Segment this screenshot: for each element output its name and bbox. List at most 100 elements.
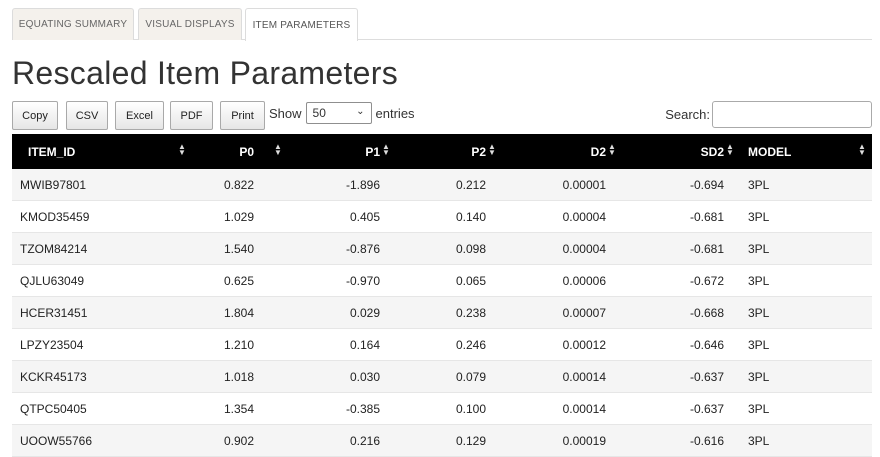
column-label: D2 <box>590 144 606 159</box>
cell-model: 3PL <box>748 210 770 224</box>
cell-p0: 1.018 <box>223 370 254 384</box>
show-label: Show <box>269 105 302 121</box>
cell-sd2: -0.616 <box>689 434 724 448</box>
cell-p2: 0.246 <box>455 338 486 352</box>
cell-d2: 0.00019 <box>562 434 606 448</box>
cell-d2: 0.00004 <box>562 242 606 256</box>
column-header-p1[interactable]: P1 ▲ ▼ <box>270 134 396 169</box>
search-input[interactable] <box>712 101 872 128</box>
cell-p0: 1.804 <box>223 306 254 320</box>
cell-p2: 0.212 <box>455 178 486 192</box>
column-header-d2[interactable]: D2 ▲ ▼ <box>502 134 622 169</box>
cell-d2: 0.00006 <box>562 274 606 288</box>
cell-item-id: LPZY23504 <box>20 338 84 352</box>
cell-model: 3PL <box>748 274 770 288</box>
cell-d2: 0.00004 <box>562 210 606 224</box>
cell-sd2: -0.646 <box>689 338 724 352</box>
cell-sd2: -0.681 <box>689 242 724 256</box>
cell-model: 3PL <box>748 402 770 416</box>
copy-button[interactable]: Copy <box>12 101 58 130</box>
cell-p0: 0.625 <box>223 274 254 288</box>
table-row: KCKR45173 1.018 0.030 0.079 0.00014 -0.6… <box>12 361 872 393</box>
cell-item-id: TZOM84214 <box>20 242 88 256</box>
tab-bar: EQUATING SUMMARY VISUAL DISPLAYS ITEM PA… <box>12 8 872 41</box>
cell-p1: -0.970 <box>345 274 380 288</box>
cell-item-id: QTPC50405 <box>20 402 87 416</box>
tab-item-parameters[interactable]: ITEM PARAMETERS <box>245 8 358 41</box>
cell-item-id: UOOW55766 <box>20 434 93 448</box>
print-button[interactable]: Print <box>220 101 265 130</box>
cell-p0: 0.902 <box>223 434 254 448</box>
sort-both-icon: ▲ ▼ <box>382 142 390 157</box>
column-header-p0[interactable]: P0 ▲ ▼ <box>190 134 282 169</box>
cell-model: 3PL <box>748 178 770 192</box>
cell-p0: 1.540 <box>223 242 254 256</box>
cell-p2: 0.079 <box>455 370 486 384</box>
cell-p0: 0.822 <box>223 178 254 192</box>
column-header-item-id[interactable]: ITEM_ID ▲ ▼ <box>12 134 190 169</box>
cell-p1: -0.385 <box>345 402 380 416</box>
table-row: HCER31451 1.804 0.029 0.238 0.00007 -0.6… <box>12 297 872 329</box>
cell-p1: 0.029 <box>349 306 380 320</box>
column-header-sd2[interactable]: SD2 ▲ ▼ <box>622 134 740 169</box>
cell-p1: -0.876 <box>345 242 380 256</box>
entries-length-control: Show 50 ⌄ entries <box>269 101 415 125</box>
table-row: QJLU63049 0.625 -0.970 0.065 0.00006 -0.… <box>12 265 872 297</box>
tab-equating-summary[interactable]: EQUATING SUMMARY <box>12 8 134 40</box>
entries-select[interactable]: 50 ⌄ <box>305 102 372 124</box>
entries-select-value: 50 <box>312 106 326 120</box>
cell-item-id: QJLU63049 <box>20 274 85 288</box>
cell-p2: 0.140 <box>455 210 486 224</box>
cell-p2: 0.065 <box>455 274 486 288</box>
table-row: KMOD35459 1.029 0.405 0.140 0.00004 -0.6… <box>12 201 872 233</box>
cell-sd2: -0.681 <box>689 210 724 224</box>
cell-item-id: KCKR45173 <box>20 370 87 384</box>
table-row: UOOW55766 0.902 0.216 0.129 0.00019 -0.6… <box>12 425 872 457</box>
cell-model: 3PL <box>748 306 770 320</box>
table-row: LPZY23504 1.210 0.164 0.246 0.00012 -0.6… <box>12 329 872 361</box>
cell-p2: 0.098 <box>455 242 486 256</box>
sort-both-icon: ▲ ▼ <box>488 142 496 157</box>
table-row: TZOM84214 1.540 -0.876 0.098 0.00004 -0.… <box>12 233 872 265</box>
csv-button[interactable]: CSV <box>66 101 108 130</box>
cell-p0: 1.029 <box>223 210 254 224</box>
cell-sd2: -0.637 <box>689 370 724 384</box>
cell-p2: 0.129 <box>455 434 486 448</box>
column-label: MODEL <box>748 144 792 159</box>
cell-p0: 1.210 <box>223 338 254 352</box>
search-label: Search: <box>665 107 710 122</box>
tab-visual-displays[interactable]: VISUAL DISPLAYS <box>138 8 242 40</box>
cell-model: 3PL <box>748 370 770 384</box>
table-row: QTPC50405 1.354 -0.385 0.100 0.00014 -0.… <box>12 393 872 425</box>
column-header-model[interactable]: MODEL ▲ ▼ <box>740 134 872 169</box>
search-control: Search: <box>665 101 872 128</box>
sort-both-icon: ▲ ▼ <box>858 142 866 157</box>
cell-p1: -1.896 <box>345 178 380 192</box>
cell-d2: 0.00012 <box>562 338 606 352</box>
cell-d2: 0.00007 <box>562 306 606 320</box>
cell-sd2: -0.694 <box>689 178 724 192</box>
column-label: SD2 <box>700 144 724 159</box>
column-label: P1 <box>365 144 380 159</box>
cell-p1: 0.216 <box>349 434 380 448</box>
cell-item-id: HCER31451 <box>20 306 88 320</box>
page-title: Rescaled Item Parameters <box>12 55 399 91</box>
column-header-p2[interactable]: P2 ▲ ▼ <box>396 134 502 169</box>
item-parameters-table: ITEM_ID ▲ ▼ P0 ▲ ▼ P1 ▲ ▼ P2 ▲ ▼ D2 ▲ ▼ SD2 ▲… <box>12 134 872 457</box>
cell-sd2: -0.637 <box>689 402 724 416</box>
sort-both-icon: ▲ ▼ <box>726 142 734 157</box>
cell-item-id: KMOD35459 <box>20 210 90 224</box>
table-header: ITEM_ID ▲ ▼ P0 ▲ ▼ P1 ▲ ▼ P2 ▲ ▼ D2 ▲ ▼ SD2 ▲… <box>12 134 872 169</box>
excel-button[interactable]: Excel <box>115 101 164 130</box>
cell-d2: 0.00001 <box>562 178 606 192</box>
cell-model: 3PL <box>748 338 770 352</box>
chevron-down-icon: ⌄ <box>356 106 365 117</box>
cell-model: 3PL <box>748 242 770 256</box>
cell-d2: 0.00014 <box>562 370 606 384</box>
pdf-button[interactable]: PDF <box>170 101 213 130</box>
cell-p2: 0.238 <box>455 306 486 320</box>
cell-sd2: -0.672 <box>689 274 724 288</box>
entries-label: entries <box>375 105 415 121</box>
cell-item-id: MWIB97801 <box>20 178 87 192</box>
cell-d2: 0.00014 <box>562 402 606 416</box>
